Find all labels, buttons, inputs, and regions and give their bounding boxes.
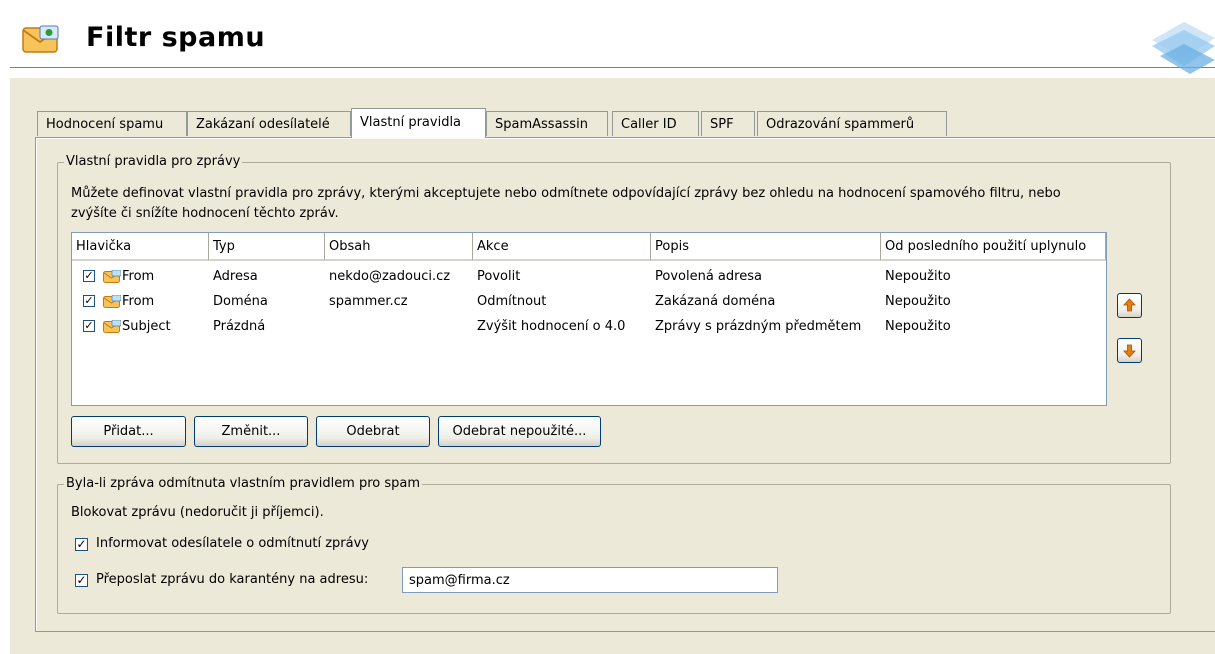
edit-button[interactable]: Změnit... bbox=[194, 416, 308, 447]
column-header-action[interactable]: Akce bbox=[473, 233, 651, 261]
tab-custom-rules[interactable]: Vlastní pravidla bbox=[351, 108, 486, 138]
tab-caller-id[interactable]: Caller ID bbox=[612, 111, 699, 136]
tab-spamassassin[interactable]: SpamAssassin bbox=[486, 111, 608, 136]
column-header-description[interactable]: Popis bbox=[651, 233, 881, 261]
cell-type: Adresa bbox=[213, 269, 258, 284]
notify-sender-label[interactable]: Informovat odesílatele o odmítnutí zpráv… bbox=[96, 536, 369, 552]
cell-description: Zprávy s prázdným předmětem bbox=[655, 319, 862, 334]
header-divider bbox=[10, 67, 1215, 68]
cell-type: Prázdná bbox=[213, 319, 266, 334]
block-message-text: Blokovat zprávu (nedoručit ji příjemci). bbox=[71, 505, 324, 520]
mail-rule-icon bbox=[103, 320, 121, 333]
remove-unused-button[interactable]: Odebrat nepoužité... bbox=[438, 416, 601, 447]
cell-last-used: Nepoužito bbox=[885, 319, 951, 334]
cell-header: Subject bbox=[122, 319, 171, 334]
cell-last-used: Nepoužito bbox=[885, 269, 951, 284]
rules-table-header: Hlavička Typ Obsah Akce Popis Od posledn… bbox=[72, 233, 1106, 261]
notify-sender-checkbox[interactable]: ✓ bbox=[75, 538, 88, 551]
cell-description: Zakázaná doména bbox=[655, 294, 776, 309]
quarantine-address-input[interactable] bbox=[402, 567, 778, 593]
kerio-logo-icon bbox=[1152, 22, 1215, 74]
table-row[interactable]: ✓ Subject Prázdná Zvýšit hodnocení o 4.0… bbox=[72, 315, 1106, 339]
reject-handling-group-title: Byla-li zpráva odmítnuta vlastním pravid… bbox=[64, 476, 423, 491]
column-header-type[interactable]: Typ bbox=[209, 233, 325, 261]
arrow-down-icon bbox=[1123, 344, 1136, 358]
arrow-up-icon bbox=[1123, 298, 1136, 312]
forward-quarantine-label[interactable]: Přeposlat zprávu do karantény na adresu: bbox=[96, 572, 368, 588]
mail-filter-icon bbox=[22, 25, 59, 53]
header-bar: Filtr spamu bbox=[0, 0, 1215, 76]
rule-enabled-checkbox[interactable]: ✓ bbox=[83, 270, 95, 282]
column-header-header[interactable]: Hlavička bbox=[72, 233, 209, 261]
forward-quarantine-checkbox[interactable]: ✓ bbox=[75, 574, 88, 587]
custom-rules-group-title: Vlastní pravidla pro zprávy bbox=[64, 154, 243, 169]
page-title: Filtr spamu bbox=[86, 22, 266, 53]
rules-description-line1: Můžete definovat vlastní pravidla pro zp… bbox=[71, 186, 1061, 201]
table-row[interactable]: ✓ From Adresa nekdo@zadouci.cz Povolit P… bbox=[72, 265, 1106, 289]
cell-content: nekdo@zadouci.cz bbox=[329, 269, 451, 284]
cell-content: spammer.cz bbox=[329, 294, 408, 309]
tab-spam-rating[interactable]: Hodnocení spamu bbox=[37, 111, 187, 136]
move-down-button[interactable] bbox=[1117, 338, 1142, 363]
cell-description: Povolená adresa bbox=[655, 269, 762, 284]
column-header-last-used[interactable]: Od posledního použití uplynulo bbox=[881, 233, 1106, 261]
cell-last-used: Nepoužito bbox=[885, 294, 951, 309]
mail-rule-icon bbox=[103, 270, 121, 283]
add-button[interactable]: Přidat... bbox=[71, 416, 186, 447]
table-row[interactable]: ✓ From Doména spammer.cz Odmítnout Zakáz… bbox=[72, 290, 1106, 314]
remove-button[interactable]: Odebrat bbox=[316, 416, 430, 447]
rule-enabled-checkbox[interactable]: ✓ bbox=[83, 295, 95, 307]
tab-spammer-repelling[interactable]: Odrazování spammerů bbox=[757, 111, 947, 136]
rule-enabled-checkbox[interactable]: ✓ bbox=[83, 320, 95, 332]
rules-table[interactable]: Hlavička Typ Obsah Akce Popis Od posledn… bbox=[71, 232, 1107, 406]
mail-rule-icon bbox=[103, 295, 121, 308]
move-up-button[interactable] bbox=[1117, 293, 1142, 318]
cell-action: Zvýšit hodnocení o 4.0 bbox=[477, 319, 626, 334]
cell-action: Povolit bbox=[477, 269, 521, 284]
rules-description-line2: zvýšíte či snížíte hodnocení těchto zprá… bbox=[71, 206, 339, 221]
cell-type: Doména bbox=[213, 294, 268, 309]
cell-header: From bbox=[122, 294, 155, 309]
cell-header: From bbox=[122, 269, 155, 284]
tab-blocked-senders[interactable]: Zakázaní odesílatelé bbox=[187, 111, 351, 136]
tab-spf[interactable]: SPF bbox=[701, 111, 755, 136]
cell-action: Odmítnout bbox=[477, 294, 547, 309]
column-header-content[interactable]: Obsah bbox=[325, 233, 473, 261]
